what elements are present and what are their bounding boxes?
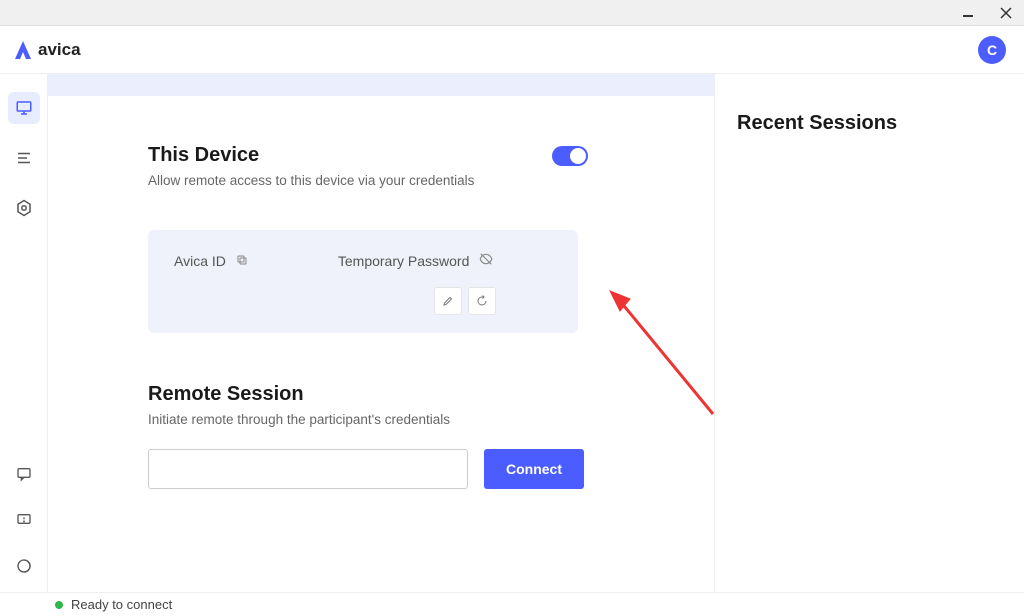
remote-session-subtitle: Initiate remote through the participant'… xyxy=(148,412,634,427)
recent-sessions-title: Recent Sessions xyxy=(737,112,1024,135)
nav-monitor[interactable] xyxy=(8,92,40,124)
this-device-title: This Device xyxy=(148,144,552,167)
content-area: This Device Allow remote access to this … xyxy=(48,74,1024,592)
toggle-knob xyxy=(570,148,586,164)
edit-password-button[interactable] xyxy=(434,287,462,315)
app-header: avica C xyxy=(0,26,1024,74)
copy-icon[interactable] xyxy=(236,253,248,269)
nav-settings[interactable] xyxy=(8,192,40,224)
temp-password-label: Temporary Password xyxy=(338,253,470,269)
temp-password-field: Temporary Password xyxy=(338,252,494,269)
connect-button[interactable]: Connect xyxy=(484,449,584,489)
brand: avica xyxy=(14,40,81,60)
main-panel: This Device Allow remote access to this … xyxy=(48,74,714,592)
sidebar xyxy=(0,74,48,592)
refresh-password-button[interactable] xyxy=(468,287,496,315)
remote-access-toggle[interactable] xyxy=(552,146,588,166)
minimize-button[interactable] xyxy=(960,5,976,21)
this-device-subtitle: Allow remote access to this device via y… xyxy=(148,173,552,188)
nav-chat[interactable] xyxy=(8,458,40,490)
status-indicator-icon xyxy=(55,601,63,609)
eye-off-icon[interactable] xyxy=(479,252,493,269)
top-banner xyxy=(48,74,714,96)
remote-session-title: Remote Session xyxy=(148,383,634,406)
window-titlebar xyxy=(0,0,1024,26)
avatar-initial: C xyxy=(987,42,997,58)
nav-feedback[interactable] xyxy=(8,504,40,536)
avica-id-label: Avica ID xyxy=(174,253,226,269)
user-avatar[interactable]: C xyxy=(978,36,1006,64)
recent-sessions-panel: Recent Sessions xyxy=(714,74,1024,592)
device-info-card: Avica ID Temporary Password xyxy=(148,230,578,333)
nav-list[interactable] xyxy=(8,142,40,174)
status-bar: Ready to connect xyxy=(0,592,1024,616)
logo-icon xyxy=(14,40,32,60)
status-text: Ready to connect xyxy=(71,597,172,612)
remote-id-input[interactable] xyxy=(148,449,468,489)
close-button[interactable] xyxy=(998,5,1014,21)
avica-id-field: Avica ID xyxy=(174,253,248,269)
app-body: This Device Allow remote access to this … xyxy=(0,74,1024,592)
nav-help[interactable] xyxy=(8,550,40,582)
brand-name: avica xyxy=(38,40,81,60)
